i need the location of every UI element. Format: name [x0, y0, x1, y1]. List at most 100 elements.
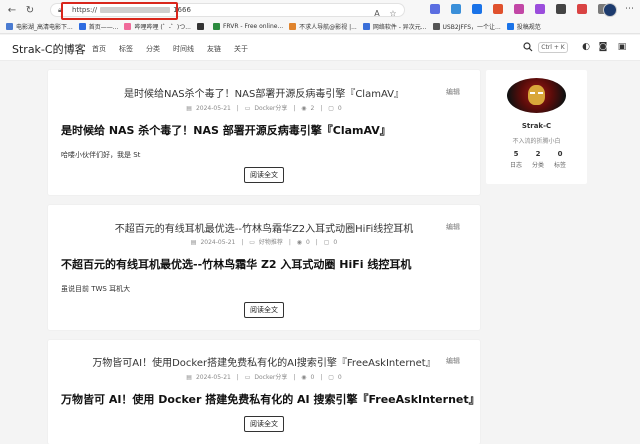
- comment-icon: ▢: [323, 239, 330, 246]
- post-category[interactable]: Docker分享: [254, 374, 287, 381]
- post-card: 是时候给NAS杀个毒了！NAS部署开源反病毒引擎『ClamAV』 编辑 ▤ 202…: [48, 70, 480, 195]
- search-icon[interactable]: [523, 42, 533, 52]
- profile-stat[interactable]: 5 日志: [510, 150, 522, 169]
- bookmark-label: 不求人导航@影视 |...: [299, 24, 357, 31]
- more-icon[interactable]: ⋯: [625, 4, 634, 14]
- post-meta: ▤ 2024-05-21 | ▭ 好物推荐 | ◉ 0 | ▢ 0: [190, 239, 338, 246]
- stat-number: 2: [535, 150, 541, 158]
- post-category[interactable]: Docker分享: [254, 105, 287, 112]
- folder-icon: ▭: [244, 105, 251, 112]
- profile-stat[interactable]: 0 标签: [554, 150, 566, 169]
- profile-card: Strak-C 不入流的折腾小白 5 日志 2 分类 0 标签: [486, 70, 587, 184]
- bookmark-item[interactable]: 网络软件 - 异次元...: [362, 22, 427, 31]
- nav-link[interactable]: 时间线: [173, 44, 194, 54]
- read-more-button[interactable]: 阅读全文: [244, 302, 284, 318]
- bookmark-favicon-icon: [432, 23, 440, 30]
- post-title[interactable]: 不超百元的有线耳机最优选--竹林鸟霜华Z2入耳式动圈HiFi线控耳机: [48, 220, 480, 235]
- post-date: 2024-05-21: [195, 105, 231, 112]
- calendar-icon: ▤: [190, 239, 197, 246]
- nav-link[interactable]: 关于: [234, 44, 248, 54]
- site-header: Strak-C的博客 首页 标签 分类 时间线 友链 关于 Ctrl + K ◐ ◙ ▣: [0, 35, 640, 61]
- extension-icon[interactable]: [472, 4, 482, 14]
- bookmark-label: 网络软件 - 异次元...: [372, 24, 427, 31]
- post-meta: ▤ 2024-05-21 | ▭ Docker分享 | ◉ 2 | ▢ 0: [186, 105, 342, 112]
- profile-motto: 不入流的折腾小白: [512, 138, 561, 145]
- extension-icon[interactable]: [556, 4, 566, 14]
- comment-icon: ▢: [328, 105, 334, 112]
- stat-number: 5: [513, 150, 519, 158]
- site-logo[interactable]: Strak-C的博客: [12, 41, 86, 57]
- post-title[interactable]: 是时候给NAS杀个毒了！NAS部署开源反病毒引擎『ClamAV』: [48, 85, 480, 100]
- bookmark-favicon-icon: [506, 23, 514, 30]
- comment-icon: ▢: [328, 374, 334, 381]
- bookmark-favicon-icon: [78, 23, 86, 30]
- profile-avatar-icon[interactable]: [603, 3, 617, 17]
- bookmark-favicon-icon: [124, 23, 132, 30]
- read-more-button[interactable]: 阅读全文: [244, 167, 284, 183]
- profile-stat[interactable]: 2 分类: [532, 150, 544, 169]
- bookmark-item[interactable]: 不求人导航@影视 |...: [289, 22, 357, 31]
- avatar: [507, 78, 566, 113]
- extension-icon[interactable]: [451, 4, 461, 14]
- bookmark-label: 首页——...: [88, 24, 119, 31]
- edit-link[interactable]: 编辑: [446, 356, 460, 366]
- extension-icon[interactable]: [535, 4, 545, 14]
- nav-link[interactable]: 首页: [92, 44, 106, 54]
- stat-number: 0: [557, 150, 563, 158]
- stat-label: 标签: [554, 162, 567, 169]
- back-icon[interactable]: ←: [6, 4, 18, 16]
- bookmark-favicon-icon: [289, 23, 297, 30]
- post-views: 2: [310, 105, 315, 112]
- bookmark-label: USB2JFFS，一个让...: [442, 24, 501, 31]
- eye-icon: ◉: [301, 374, 307, 381]
- edit-link[interactable]: 编辑: [446, 87, 460, 97]
- bookmark-item[interactable]: 首页——...: [78, 22, 119, 31]
- bookmark-item[interactable]: [196, 23, 207, 30]
- post-title[interactable]: 万物皆可AI！使用Docker搭建免费私有化的AI搜索引擎『FreeAskInt…: [48, 354, 480, 369]
- post-card: 不超百元的有线耳机最优选--竹林鸟霜华Z2入耳式动圈HiFi线控耳机 编辑 ▤ 2…: [48, 205, 480, 330]
- translate-icon[interactable]: ▣: [617, 42, 627, 52]
- read-more-button[interactable]: 阅读全文: [244, 416, 284, 432]
- extension-icon[interactable]: [430, 4, 440, 14]
- bookmark-item[interactable]: 电影湖_高清电影下...: [6, 22, 73, 31]
- post-excerpt: 虽说目前 TWS 耳机大: [61, 285, 131, 293]
- bookmark-item[interactable]: FRVR - Free online...: [212, 23, 284, 30]
- post-views: 0: [306, 239, 310, 246]
- bookmark-favicon-icon: [362, 23, 370, 30]
- nav-link[interactable]: 友链: [207, 44, 221, 54]
- bookmark-favicon-icon: [196, 23, 204, 30]
- extension-icon[interactable]: [514, 4, 524, 14]
- post-body-title: 不超百元的有线耳机最优选--竹林鸟霜华 Z2 入耳式动圈 HiFi 线控耳机: [61, 258, 412, 271]
- post-body-title: 是时候给 NAS 杀个毒了！NAS 部署开源反病毒引擎『ClamAV』: [61, 124, 391, 137]
- extension-bar: [430, 4, 608, 14]
- extension-icon[interactable]: [493, 4, 503, 14]
- stat-label: 分类: [532, 162, 545, 169]
- nav-link[interactable]: 分类: [146, 44, 160, 54]
- post-category[interactable]: 好物推荐: [259, 239, 283, 246]
- bookmark-item[interactable]: USB2JFFS，一个让...: [432, 22, 501, 31]
- folder-icon: ▭: [249, 239, 255, 246]
- bookmark-label: FRVR - Free online...: [222, 23, 284, 30]
- read-aloud-icon[interactable]: A: [372, 8, 382, 18]
- reload-icon[interactable]: ↻: [24, 4, 36, 16]
- bookmark-item[interactable]: 哔哩哔哩 (゜-゜)つ...: [124, 22, 191, 31]
- star-icon[interactable]: ☆: [388, 8, 398, 18]
- extension-icon[interactable]: [577, 4, 587, 14]
- stat-label: 日志: [510, 162, 523, 169]
- bookmark-label: 哔哩哔哩 (゜-゜)つ...: [134, 24, 191, 31]
- post-body-title: 万物皆可 AI！使用 Docker 搭建免费私有化的 AI 搜索引擎『FreeA…: [61, 393, 480, 406]
- eye-icon: ◉: [296, 239, 303, 246]
- theme-toggle-icon[interactable]: ◐: [581, 42, 591, 52]
- post-comments: 0: [337, 374, 342, 381]
- search-shortcut[interactable]: Ctrl + K: [538, 42, 568, 53]
- post-views: 0: [310, 374, 315, 381]
- nav-link[interactable]: 标签: [119, 44, 133, 54]
- url-highlight-box: [61, 2, 178, 20]
- bookmark-label: 投稿规范: [516, 24, 541, 31]
- bookmark-label: 电影湖_高清电影下...: [16, 24, 73, 31]
- post-comments: 0: [337, 105, 342, 112]
- edit-link[interactable]: 编辑: [446, 222, 460, 232]
- bookmark-item[interactable]: 投稿规范: [506, 22, 541, 31]
- browser-toolbar: ← ↻ 🔒︎ https://1666 A ☆ ⋯: [0, 0, 640, 20]
- rss-icon[interactable]: ◙: [598, 42, 608, 52]
